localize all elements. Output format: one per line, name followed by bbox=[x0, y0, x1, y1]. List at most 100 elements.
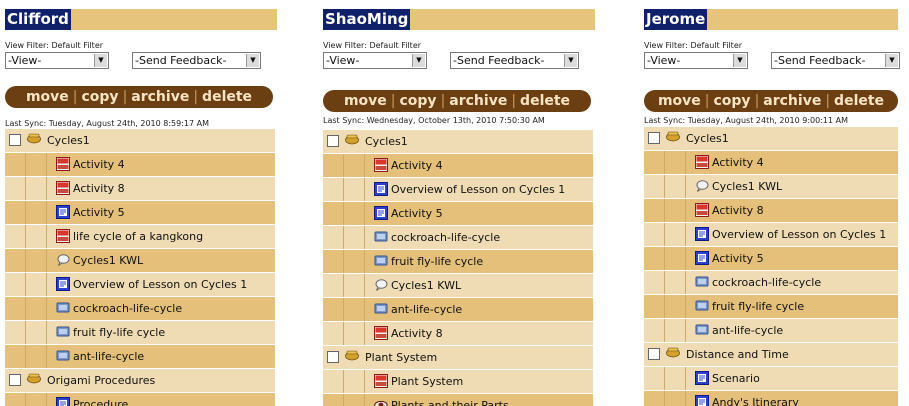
view-select[interactable]: -View- ▼ bbox=[323, 52, 427, 69]
tree-folder-row[interactable]: Cycles1 bbox=[5, 129, 275, 153]
tree-item-row[interactable]: Activity 8 bbox=[323, 322, 593, 346]
tree-item-row[interactable]: Activity 5 bbox=[5, 201, 275, 225]
item-label[interactable]: Activity 5 bbox=[73, 206, 125, 219]
tree-guide-line bbox=[685, 223, 686, 246]
tree-item-row[interactable]: Cycles1 KWL bbox=[5, 249, 275, 273]
tree-item-row[interactable]: Scenario bbox=[644, 367, 898, 391]
send-feedback-select[interactable]: -Send Feedback- ▼ bbox=[450, 52, 579, 69]
tree-folder-row[interactable]: Plant System bbox=[323, 346, 593, 370]
tree-item-row[interactable]: Overview of Lesson on Cycles 1 bbox=[323, 178, 593, 202]
tree-item-row[interactable]: Overview of Lesson on Cycles 1 bbox=[644, 223, 898, 247]
move-button[interactable]: move bbox=[26, 89, 69, 105]
item-label[interactable]: cockroach-life-cycle bbox=[73, 302, 182, 315]
move-button[interactable]: move bbox=[658, 93, 701, 109]
item-label[interactable]: Activity 8 bbox=[73, 182, 125, 195]
item-label[interactable]: Overview of Lesson on Cycles 1 bbox=[391, 183, 565, 196]
item-label[interactable]: life cycle of a kangkong bbox=[73, 230, 203, 243]
copy-button[interactable]: copy bbox=[713, 93, 750, 109]
tree-item-row[interactable]: ant-life-cycle bbox=[644, 319, 898, 343]
tree-folder-row[interactable]: Origami Procedures bbox=[5, 369, 275, 393]
folder-label[interactable]: Distance and Time bbox=[686, 348, 789, 361]
tree-item-row[interactable]: Activity 4 bbox=[5, 153, 275, 177]
folder-label[interactable]: Cycles1 bbox=[686, 132, 729, 145]
send-feedback-value: -Send Feedback- bbox=[774, 54, 866, 67]
tree-item-row[interactable]: Cycles1 KWL bbox=[644, 175, 898, 199]
tree-item-row[interactable]: Activity 8 bbox=[644, 199, 898, 223]
item-label[interactable]: fruit fly-life cycle bbox=[712, 300, 804, 313]
select-checkbox[interactable] bbox=[9, 134, 21, 146]
tree-item-row[interactable]: Activity 4 bbox=[323, 154, 593, 178]
send-feedback-select[interactable]: -Send Feedback- ▼ bbox=[771, 52, 900, 69]
tree-item-row[interactable]: cockroach-life-cycle bbox=[5, 297, 275, 321]
view-filter-label: View Filter: Default Filter bbox=[323, 41, 422, 50]
item-label[interactable]: Activity 4 bbox=[391, 159, 443, 172]
item-label[interactable]: fruit fly-life cycle bbox=[391, 255, 483, 268]
folder-label[interactable]: Origami Procedures bbox=[47, 374, 155, 387]
tree-item-row[interactable]: cockroach-life-cycle bbox=[644, 271, 898, 295]
copy-button[interactable]: copy bbox=[81, 89, 118, 105]
item-label[interactable]: Cycles1 KWL bbox=[391, 279, 461, 292]
item-label[interactable]: Overview of Lesson on Cycles 1 bbox=[712, 228, 886, 241]
item-label[interactable]: Activity 4 bbox=[712, 156, 764, 169]
item-label[interactable]: Cycles1 KWL bbox=[73, 254, 143, 267]
select-checkbox[interactable] bbox=[648, 132, 660, 144]
delete-button[interactable]: delete bbox=[202, 89, 252, 105]
item-label[interactable]: fruit fly-life cycle bbox=[73, 326, 165, 339]
item-label[interactable]: Cycles1 KWL bbox=[712, 180, 782, 193]
item-label[interactable]: cockroach-life-cycle bbox=[712, 276, 821, 289]
tree-item-row[interactable]: Plant System bbox=[323, 370, 593, 394]
item-label[interactable]: Activity 4 bbox=[73, 158, 125, 171]
select-checkbox[interactable] bbox=[327, 351, 339, 363]
tree-item-row[interactable]: Activity 5 bbox=[323, 202, 593, 226]
send-feedback-select[interactable]: -Send Feedback- ▼ bbox=[132, 52, 261, 69]
archive-button[interactable]: archive bbox=[131, 89, 189, 105]
item-label[interactable]: Activity 8 bbox=[391, 327, 443, 340]
folder-label[interactable]: Cycles1 bbox=[365, 135, 408, 148]
item-label[interactable]: Overview of Lesson on Cycles 1 bbox=[73, 278, 247, 291]
item-label[interactable]: Andy's Itinerary bbox=[712, 396, 799, 406]
tree-folder-row[interactable]: Cycles1 bbox=[644, 127, 898, 151]
tree-item-row[interactable]: Plants and their Parts bbox=[323, 394, 593, 406]
delete-button[interactable]: delete bbox=[520, 93, 570, 109]
item-label[interactable]: Plant System bbox=[391, 375, 463, 388]
tree-item-row[interactable]: Overview of Lesson on Cycles 1 bbox=[5, 273, 275, 297]
tree-item-row[interactable]: ant-life-cycle bbox=[5, 345, 275, 369]
item-label[interactable]: Activity 8 bbox=[712, 204, 764, 217]
tree-item-row[interactable]: cockroach-life-cycle bbox=[323, 226, 593, 250]
tree-item-row[interactable]: Cycles1 KWL bbox=[323, 274, 593, 298]
view-select[interactable]: -View- ▼ bbox=[5, 52, 109, 69]
move-button[interactable]: move bbox=[344, 93, 387, 109]
item-label[interactable]: ant-life-cycle bbox=[73, 350, 144, 363]
folder-label[interactable]: Plant System bbox=[365, 351, 437, 364]
archive-button[interactable]: archive bbox=[449, 93, 507, 109]
item-label[interactable]: ant-life-cycle bbox=[391, 303, 462, 316]
select-checkbox[interactable] bbox=[9, 374, 21, 386]
item-label[interactable]: ant-life-cycle bbox=[712, 324, 783, 337]
tree-folder-row[interactable]: Distance and Time bbox=[644, 343, 898, 367]
item-label[interactable]: Activity 5 bbox=[712, 252, 764, 265]
copy-button[interactable]: copy bbox=[399, 93, 436, 109]
view-select[interactable]: -View- ▼ bbox=[644, 52, 748, 69]
select-checkbox[interactable] bbox=[648, 348, 660, 360]
tree-folder-row[interactable]: Cycles1 bbox=[323, 130, 593, 154]
tree-item-row[interactable]: Andy's Itinerary bbox=[644, 391, 898, 406]
item-label[interactable]: Plants and their Parts bbox=[391, 399, 509, 406]
tree-item-row[interactable]: ant-life-cycle bbox=[323, 298, 593, 322]
tree-item-row[interactable]: Activity 4 bbox=[644, 151, 898, 175]
tree-item-row[interactable]: Activity 8 bbox=[5, 177, 275, 201]
tree-item-row[interactable]: fruit fly-life cycle bbox=[5, 321, 275, 345]
folder-label[interactable]: Cycles1 bbox=[47, 134, 90, 147]
select-checkbox[interactable] bbox=[327, 135, 339, 147]
tree-item-row[interactable]: fruit fly-life cycle bbox=[323, 250, 593, 274]
media-icon bbox=[374, 230, 388, 244]
tree-item-row[interactable]: life cycle of a kangkong bbox=[5, 225, 275, 249]
item-label[interactable]: Scenario bbox=[712, 372, 760, 385]
item-label[interactable]: cockroach-life-cycle bbox=[391, 231, 500, 244]
delete-button[interactable]: delete bbox=[834, 93, 884, 109]
item-label[interactable]: Activity 5 bbox=[391, 207, 443, 220]
tree-item-row[interactable]: fruit fly-life cycle bbox=[644, 295, 898, 319]
tree-item-row[interactable]: Procedure bbox=[5, 393, 275, 406]
item-label[interactable]: Procedure bbox=[73, 398, 128, 406]
archive-button[interactable]: archive bbox=[763, 93, 821, 109]
tree-item-row[interactable]: Activity 5 bbox=[644, 247, 898, 271]
